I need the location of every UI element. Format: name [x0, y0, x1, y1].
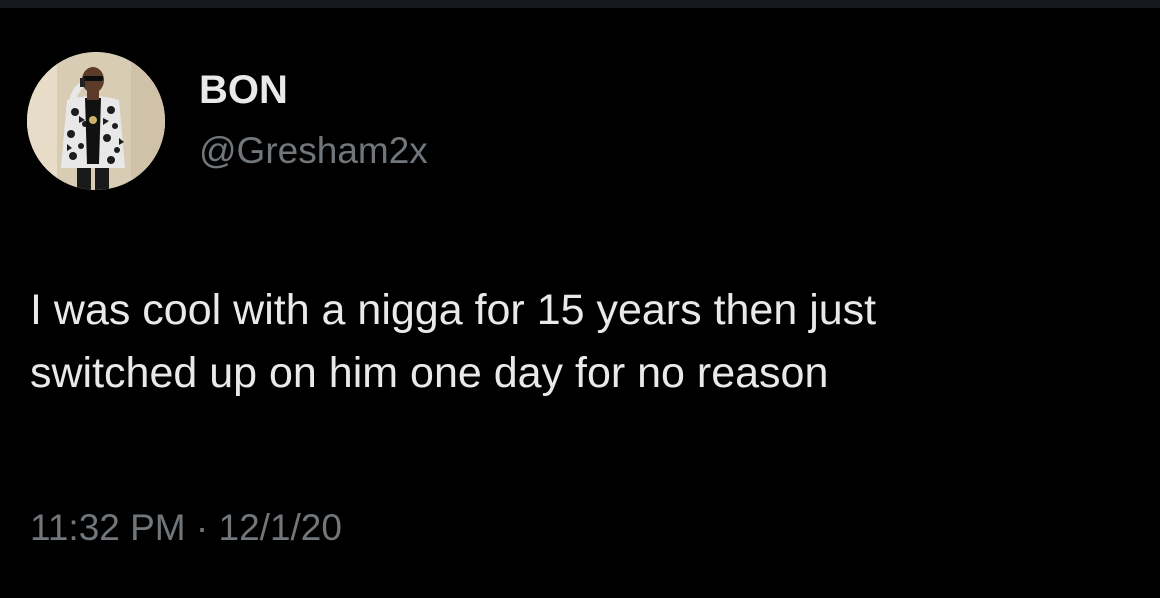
profile-photo-icon	[27, 52, 165, 190]
tweet-timestamp: 11:32 PM · 12/1/20	[30, 503, 342, 553]
tweet-text: I was cool with a nigga for 15 years the…	[30, 279, 1140, 405]
tweet-date[interactable]: 12/1/20	[219, 507, 342, 548]
display-name[interactable]: BON	[199, 64, 288, 116]
user-handle[interactable]: @Gresham2x	[199, 126, 428, 176]
tweet-text-line: switched up on him one day for no reason	[30, 349, 829, 397]
tweet-text-line: I was cool with a nigga for 15 years the…	[30, 286, 877, 334]
meta-separator: ·	[195, 507, 209, 548]
tweet-time[interactable]: 11:32 PM	[30, 507, 186, 548]
avatar[interactable]	[27, 52, 165, 190]
tweet-card: BON @Gresham2x I was cool with a nigga f…	[0, 0, 1160, 598]
